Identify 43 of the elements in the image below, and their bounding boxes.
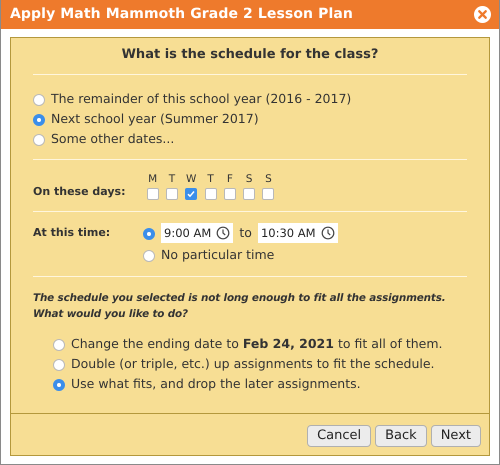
day-label: F bbox=[226, 172, 233, 188]
option-label: No particular time bbox=[161, 246, 274, 264]
day-label: S bbox=[265, 172, 272, 188]
option-label: Some other dates... bbox=[51, 130, 174, 148]
radio-button[interactable] bbox=[33, 114, 45, 126]
dialog-button[interactable]: Cancel bbox=[307, 425, 372, 447]
clock-icon[interactable] bbox=[216, 226, 230, 240]
checkbox[interactable] bbox=[204, 188, 217, 200]
checkbox[interactable] bbox=[243, 188, 256, 200]
option-label: Use what fits, and drop the later assignments. bbox=[71, 374, 361, 393]
radio-button[interactable] bbox=[143, 228, 155, 240]
day-label: M bbox=[148, 172, 158, 188]
window-title: Apply Math Mammoth Grade 2 Lesson Plan bbox=[10, 5, 353, 24]
radio-button[interactable] bbox=[53, 358, 65, 370]
radio-button[interactable] bbox=[33, 134, 45, 146]
checkbox[interactable] bbox=[146, 188, 159, 200]
dialog-button[interactable]: Next bbox=[430, 425, 481, 447]
option-label: The remainder of this school year (2016 - 2017) bbox=[51, 90, 352, 108]
day-label: T bbox=[207, 172, 214, 188]
days-label: On these days: bbox=[33, 184, 126, 200]
radio-button[interactable] bbox=[53, 338, 65, 350]
day-label: W bbox=[186, 172, 196, 188]
radio-button[interactable] bbox=[143, 250, 155, 262]
time-field[interactable]: 9:00 AM bbox=[161, 222, 234, 242]
warning-text: The schedule you selected is not long enough to fit all the assignments. What would you like to do? bbox=[33, 290, 447, 322]
radio-button[interactable] bbox=[53, 378, 65, 390]
close-icon[interactable] bbox=[474, 6, 491, 23]
question-heading: What is the schedule for the class? bbox=[120, 46, 380, 64]
radio-button[interactable] bbox=[33, 94, 45, 106]
day-label: S bbox=[246, 172, 252, 188]
checkbox[interactable] bbox=[224, 188, 236, 200]
option-label: Double (or triple, etc.) up assignments to fit the schedule. bbox=[71, 354, 435, 373]
to-label: to bbox=[239, 224, 252, 242]
option-label: Change the ending date to Feb 24, 2021 to fit all of them. bbox=[71, 334, 442, 353]
time-field[interactable]: 10:30 AM bbox=[258, 222, 338, 242]
dialog-button[interactable]: Back bbox=[375, 425, 427, 447]
checkbox[interactable] bbox=[262, 188, 274, 200]
clock-icon[interactable] bbox=[320, 226, 335, 240]
day-label: T bbox=[168, 172, 176, 188]
option-label: Next school year (Summer 2017) bbox=[51, 110, 259, 128]
checkbox[interactable] bbox=[185, 188, 198, 200]
checkbox[interactable] bbox=[166, 188, 178, 200]
time-label: At this time: bbox=[33, 224, 112, 240]
